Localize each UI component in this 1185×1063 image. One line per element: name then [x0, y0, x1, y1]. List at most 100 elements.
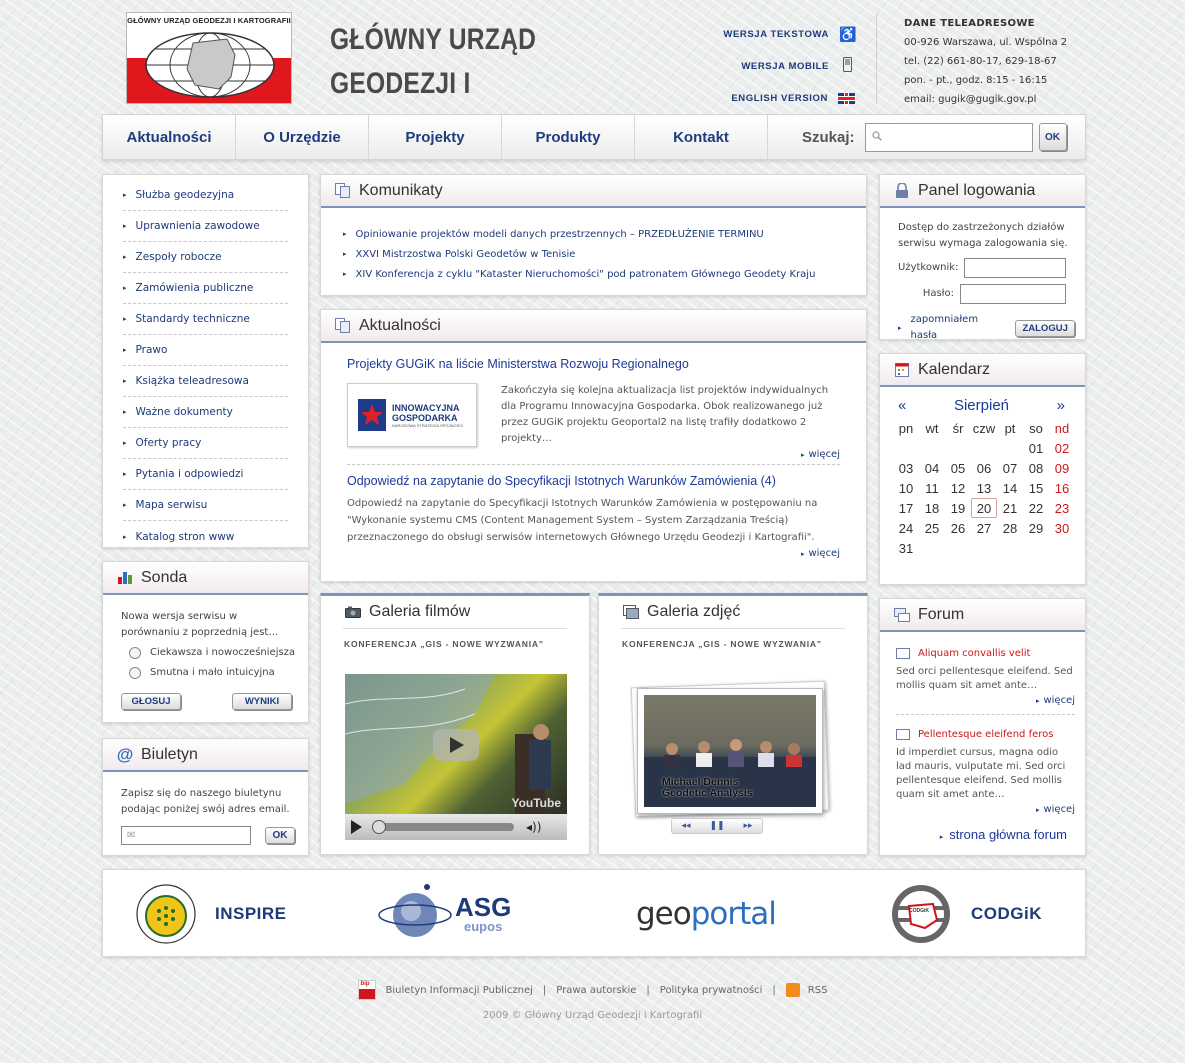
calendar-day[interactable]: 18	[919, 498, 945, 518]
calendar-day[interactable]: 19	[945, 498, 971, 518]
forum-post-title[interactable]: Aliquam convallis velit	[896, 648, 1075, 659]
more-link[interactable]: ▸ więcej	[896, 804, 1075, 815]
calendar-day[interactable]: 14	[997, 478, 1023, 498]
calendar-day[interactable]: 21	[997, 498, 1023, 518]
menu-item-katalog[interactable]: ▸ Katalog stron www	[123, 521, 288, 552]
more-link[interactable]: ▸ więcej	[347, 548, 840, 559]
calendar-day[interactable]: 28	[997, 518, 1023, 538]
forum-post-title[interactable]: Pellentesque eleifend feros	[896, 729, 1075, 740]
search-button[interactable]: OK	[1038, 123, 1067, 151]
menu-item-uprawnienia[interactable]: ▸ Uprawnienia zawodowe	[123, 211, 288, 242]
menu-item-zespoly[interactable]: ▸ Zespoły robocze	[123, 242, 288, 273]
codgik-logo[interactable]: CODGiK CODGiK	[881, 870, 1042, 958]
photo-frame[interactable]: Michael Dennis Geodetic Analysis	[637, 688, 823, 814]
menu-item-dokumenty[interactable]: ▸ Ważne dokumenty	[123, 397, 288, 428]
forgot-password-link[interactable]: zapomniałem hasła	[911, 312, 1008, 344]
komunikat-link[interactable]: ▸ XIV Konferencja z cyklu "Kataster Nieru…	[343, 264, 866, 284]
poll-option-2[interactable]: Smutna i mało intuicyjna	[129, 665, 296, 681]
komunikat-link[interactable]: ▸ XXVI Mistrzostwa Polski Geodetów w Teni…	[343, 244, 866, 264]
calendar-day[interactable]: 26	[945, 518, 971, 538]
text-version-link[interactable]: WERSJA TEKSTOWA ♿	[700, 18, 856, 50]
calendar-day[interactable]: 11	[919, 478, 945, 498]
poll-option-1[interactable]: Ciekawsza i nowocześniejsza	[129, 645, 296, 661]
nav-item-kontakt[interactable]: Kontakt	[635, 115, 768, 159]
nav-item-o-urzedzie[interactable]: O Urzędzie	[236, 115, 369, 159]
menu-item-oferty[interactable]: ▸ Oferty pracy	[123, 428, 288, 459]
calendar-day[interactable]: 20	[971, 498, 997, 518]
bip-link[interactable]: Biuletyn Informacji Publicznej	[386, 985, 533, 996]
menu-item-mapa[interactable]: ▸ Mapa serwisu	[123, 490, 288, 521]
forum-home-link[interactable]: ▸ strona główna forum	[896, 827, 1075, 842]
calendar-day[interactable]: 03	[893, 458, 919, 478]
search-input[interactable]	[885, 130, 1032, 144]
play-button-overlay[interactable]	[433, 729, 479, 761]
calendar-day[interactable]: 31	[893, 538, 919, 558]
calendar-day[interactable]: 09	[1049, 458, 1075, 478]
photo-stack[interactable]: Michael Dennis Geodetic Analysis ◂◂ ❚❚ ▸…	[630, 680, 831, 834]
copyright-link[interactable]: Prawa autorskie	[556, 985, 636, 996]
inspire-logo[interactable]: INSPIRE	[135, 870, 287, 958]
calendar-day[interactable]: 10	[893, 478, 919, 498]
calendar-day[interactable]: 16	[1049, 478, 1075, 498]
calendar-day[interactable]: 12	[945, 478, 971, 498]
menu-item-prawo[interactable]: ▸ Prawo	[123, 335, 288, 366]
article-title[interactable]: Odpowiedź na zapytanie do Specyfikacji I…	[347, 474, 840, 488]
calendar-day[interactable]: 29	[1023, 518, 1049, 538]
slider-knob[interactable]	[372, 820, 386, 834]
calendar-day[interactable]: 05	[945, 458, 971, 478]
prev-photo-icon[interactable]: ◂◂	[681, 821, 690, 831]
calendar-day[interactable]: 13	[971, 478, 997, 498]
play-icon[interactable]	[351, 820, 362, 834]
calendar-day[interactable]: 01	[1023, 438, 1049, 458]
gugik-logo[interactable]: GŁÓWNY URZĄD GEODEZJI I KARTOGRAFII	[126, 12, 292, 104]
geoportal-logo[interactable]: geoportal	[636, 870, 777, 958]
calendar-day[interactable]: 07	[997, 458, 1023, 478]
menu-item-sluzba[interactable]: ▸ Służba geodezyjna	[123, 180, 288, 211]
calendar-day[interactable]: 25	[919, 518, 945, 538]
vote-button[interactable]: GŁOSUJ	[121, 693, 181, 710]
article-title[interactable]: Projekty GUGiK na liście Ministerstwa Ro…	[347, 357, 840, 371]
next-photo-icon[interactable]: ▸▸	[743, 821, 752, 831]
nav-item-produkty[interactable]: Produkty	[502, 115, 635, 159]
calendar-day[interactable]: 30	[1049, 518, 1075, 538]
innowacyjna-gospodarka-logo[interactable]: INNOWACYJNA GOSPODARKA NARODOWA STRATEGI…	[347, 383, 477, 447]
privacy-link[interactable]: Polityka prywatności	[660, 985, 763, 996]
username-input[interactable]	[964, 258, 1066, 278]
password-input[interactable]	[960, 284, 1066, 304]
mobile-version-link[interactable]: WERSJA MOBILE	[700, 50, 855, 82]
email-field[interactable]: ✉	[121, 826, 251, 845]
nav-item-aktualnosci[interactable]: Aktualności	[103, 115, 236, 159]
calendar-day[interactable]: 02	[1049, 438, 1075, 458]
contact-email[interactable]: email: gugik@gugik.gov.pl	[904, 90, 1084, 109]
menu-item-zamowienia[interactable]: ▸ Zamówienia publiczne	[123, 273, 288, 304]
asg-eupos-logo[interactable]: ASG eupos	[375, 870, 511, 958]
prev-month-button[interactable]: «	[898, 397, 906, 414]
radio-button[interactable]	[129, 647, 141, 659]
calendar-day[interactable]: 23	[1049, 498, 1075, 518]
newsletter-ok-button[interactable]: OK	[265, 827, 295, 844]
menu-item-standardy[interactable]: ▸ Standardy techniczne	[123, 304, 288, 335]
volume-icon[interactable]: ◂))	[526, 820, 541, 834]
results-button[interactable]: WYNIKI	[232, 693, 292, 710]
video-player[interactable]: YouTube ◂))	[345, 674, 567, 840]
calendar-day[interactable]: 04	[919, 458, 945, 478]
calendar-day[interactable]: 06	[971, 458, 997, 478]
login-button[interactable]: ZALOGUJ	[1015, 319, 1075, 337]
more-link[interactable]: ▸ więcej	[896, 695, 1075, 706]
video-screen[interactable]: YouTube	[345, 674, 567, 814]
rss-link[interactable]: RSS	[808, 985, 828, 996]
calendar-day[interactable]: 22	[1023, 498, 1049, 518]
calendar-day[interactable]: 15	[1023, 478, 1049, 498]
next-month-button[interactable]: »	[1057, 397, 1065, 414]
calendar-day[interactable]: 08	[1023, 458, 1049, 478]
menu-item-pytania[interactable]: ▸ Pytania i odpowiedzi	[123, 459, 288, 490]
calendar-day[interactable]: 17	[893, 498, 919, 518]
nav-item-projekty[interactable]: Projekty	[369, 115, 502, 159]
search-field[interactable]	[864, 122, 1033, 152]
radio-button[interactable]	[129, 667, 141, 679]
english-version-link[interactable]: ENGLISH VERSION	[700, 82, 855, 114]
komunikat-link[interactable]: ▸ Opiniowanie projektów modeli danych prz…	[343, 224, 866, 244]
calendar-day[interactable]: 27	[971, 518, 997, 538]
calendar-day[interactable]: 24	[893, 518, 919, 538]
video-progress-slider[interactable]	[372, 820, 514, 834]
